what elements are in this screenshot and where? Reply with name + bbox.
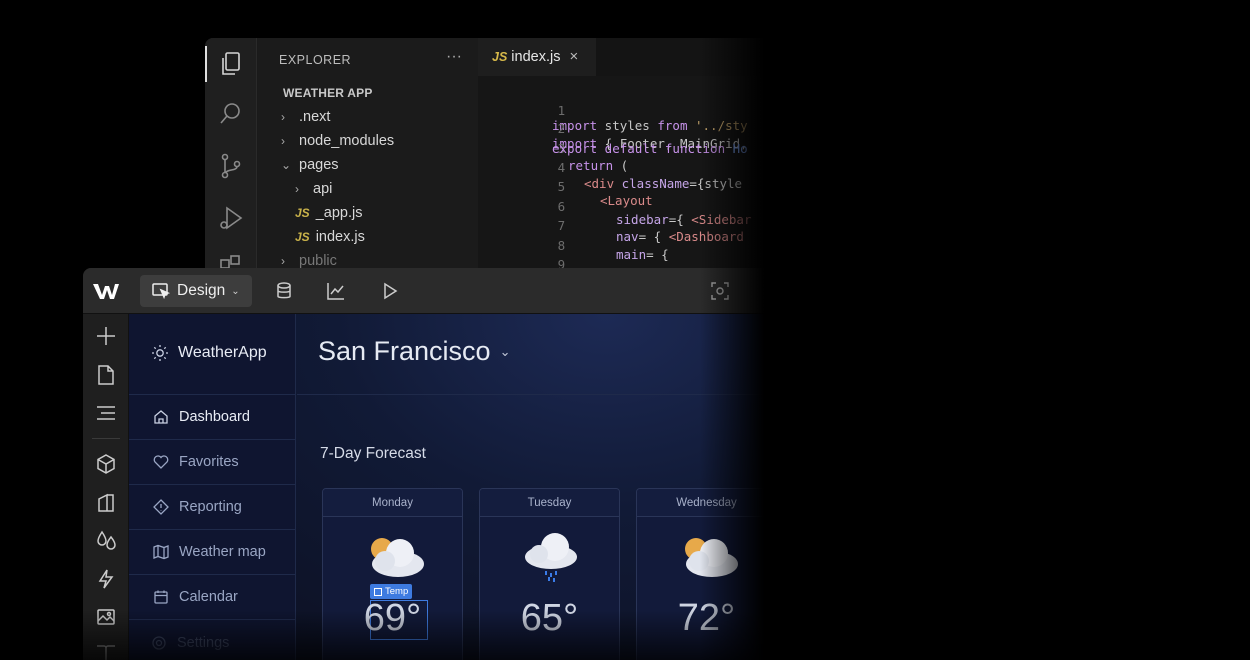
tree-item-node-modules[interactable]: › node_modules: [281, 131, 394, 151]
day-label: Monday: [323, 489, 462, 517]
code-line[interactable]: 1 import styles from '../sty: [478, 88, 748, 133]
chevron-right-icon: ›: [281, 134, 285, 148]
files-icon[interactable]: [205, 46, 245, 82]
explorer-panel: EXPLORER ··· WEATHER APP › .next › node_mo…: [258, 38, 478, 270]
tree-item-api[interactable]: › api: [295, 179, 332, 199]
temperature[interactable]: 72°: [637, 597, 765, 640]
webflow-logo-icon[interactable]: [93, 279, 119, 303]
city-name: San Francisco: [318, 336, 491, 366]
city-selector[interactable]: San Francisco ⌄: [318, 336, 510, 367]
tree-item-pages[interactable]: ⌄ pages: [281, 155, 339, 175]
page-icon[interactable]: [95, 364, 117, 386]
editor-area: JS index.js × 1 import styles from '../s…: [478, 38, 765, 270]
brand-name: WeatherApp: [178, 344, 267, 361]
play-preview-icon[interactable]: [380, 281, 400, 301]
home-icon: [154, 410, 168, 424]
map-icon: [153, 544, 169, 560]
element-box-icon: [374, 587, 382, 596]
chevron-right-icon: ›: [295, 182, 299, 196]
navigator-icon[interactable]: [95, 402, 117, 424]
app-brand[interactable]: WeatherApp: [151, 344, 267, 362]
chevron-right-icon: ›: [281, 110, 285, 124]
nav-item-calendar[interactable]: Calendar: [129, 575, 296, 620]
javascript-file-icon: JS: [295, 206, 310, 220]
chevron-down-icon: ⌄: [281, 158, 292, 172]
heart-icon: [153, 455, 169, 469]
cursor-select-icon: [152, 283, 171, 300]
partly-cloudy-icon: [685, 538, 738, 577]
interactions-lightning-icon[interactable]: [95, 568, 117, 590]
code-line[interactable]: 9 nav= { <Dashboard: [478, 229, 744, 270]
day-label: Tuesday: [480, 489, 619, 517]
close-icon[interactable]: ×: [569, 48, 578, 65]
code-line[interactable]: 8 sidebar={ <Sidebar: [478, 212, 752, 253]
nav-item-reporting[interactable]: Reporting: [129, 485, 296, 530]
nav-item-favorites[interactable]: Favorites: [129, 440, 296, 485]
code-line[interactable]: 6 <div className={style: [478, 176, 742, 214]
analytics-icon[interactable]: [326, 281, 346, 301]
explorer-title: EXPLORER: [279, 53, 352, 67]
tab-index-js[interactable]: JS index.js ×: [478, 38, 596, 76]
rail-divider: [92, 438, 120, 439]
code-line[interactable]: 5 return (: [478, 158, 629, 194]
designer-toolbar: Design ⌄: [83, 268, 765, 314]
temperature[interactable]: 65°: [480, 597, 619, 640]
nav-item-weather-map[interactable]: Weather map: [129, 530, 296, 575]
variables-drops-icon[interactable]: [95, 529, 117, 551]
tab-bar: [596, 38, 765, 76]
focus-capture-icon[interactable]: [710, 281, 730, 301]
designer-left-rail: [83, 314, 129, 660]
run-debug-icon[interactable]: [217, 204, 245, 232]
diamond-alert-icon: [153, 499, 169, 515]
more-actions-icon[interactable]: ···: [446, 48, 462, 66]
javascript-file-icon: JS: [295, 230, 310, 244]
styles-icon[interactable]: [95, 491, 117, 513]
assets-image-icon[interactable]: [95, 605, 117, 627]
sun-icon: [152, 345, 168, 361]
project-folder[interactable]: WEATHER APP: [283, 86, 373, 100]
calendar-icon: [154, 590, 168, 604]
code-editor-window: EXPLORER ··· WEATHER APP › .next › node_mo…: [205, 38, 765, 270]
chevron-down-icon: ⌄: [231, 285, 240, 297]
forecast-card-wednesday[interactable]: Wednesday 72°: [636, 488, 765, 660]
nav-item-settings[interactable]: Settings: [129, 620, 296, 660]
forecast-heading: 7-Day Forecast: [320, 445, 426, 462]
chevron-down-icon: ⌄: [499, 343, 511, 359]
components-icon[interactable]: [95, 453, 117, 475]
forecast-card-tuesday[interactable]: Tuesday 65°: [479, 488, 620, 660]
activity-bar: [205, 38, 257, 270]
day-label: Wednesday: [637, 489, 765, 517]
design-mode-label: Design: [177, 282, 226, 299]
add-icon[interactable]: [95, 325, 117, 347]
cms-book-icon[interactable]: [95, 642, 117, 660]
forecast-card-monday[interactable]: Monday Temp 69°: [322, 488, 463, 660]
divider: [297, 394, 765, 395]
cloud-rain-icon: [525, 533, 577, 582]
gear-icon: [152, 635, 166, 650]
app-sidebar: WeatherApp Dashboard Favorites Reporting…: [129, 314, 296, 660]
database-icon[interactable]: [274, 281, 294, 301]
tree-item-app-js[interactable]: JS _app.js: [295, 203, 362, 223]
code-line[interactable]: 7 <Layout: [478, 193, 653, 233]
designer-window: Design ⌄ WeatherApp Dashboard Favorites …: [83, 268, 765, 660]
code-line[interactable]: 4 export default function Ho: [478, 141, 748, 175]
javascript-file-icon: JS: [492, 49, 508, 64]
search-icon[interactable]: [217, 100, 245, 128]
temperature[interactable]: 69°: [323, 597, 462, 640]
tab-label: index.js: [511, 48, 561, 65]
code-line[interactable]: 2 import { Footer, MainGrid,: [478, 106, 748, 151]
tree-item-index-js[interactable]: JS index.js: [295, 227, 365, 247]
design-mode-button[interactable]: Design ⌄: [140, 275, 252, 307]
partly-cloudy-icon: [371, 538, 424, 577]
source-control-icon[interactable]: [217, 152, 245, 180]
nav-item-dashboard[interactable]: Dashboard: [129, 395, 296, 440]
tree-item-next[interactable]: › .next: [281, 107, 330, 127]
design-canvas[interactable]: WeatherApp Dashboard Favorites Reporting…: [129, 314, 765, 660]
